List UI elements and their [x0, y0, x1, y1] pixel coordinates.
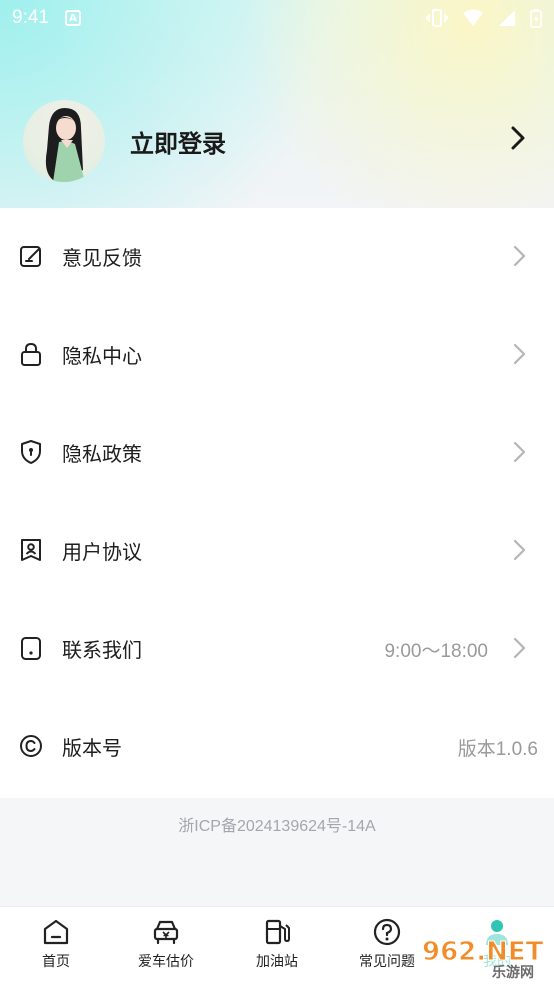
icp-record: 浙ICP备2024139624号-14A [178, 818, 376, 835]
tab-label: 爱车估价 [138, 954, 194, 970]
chevron-right-icon [513, 539, 526, 561]
phone-icon [21, 637, 41, 660]
signal-icon [499, 10, 515, 26]
menu-item-label: 隐私中心 [62, 344, 142, 368]
profile-section[interactable]: 立即登录 [0, 98, 554, 184]
chevron-right-icon[interactable] [506, 124, 530, 152]
question-icon [373, 918, 401, 946]
tab-home[interactable]: 首页 [11, 915, 101, 977]
chevron-right-icon [513, 441, 526, 463]
menu-item-privacy-policy[interactable]: 隐私政策 [0, 404, 554, 502]
menu-item-contact-us[interactable]: 联系我们 9:00～18:00 [0, 600, 554, 698]
notification-icon: A [64, 10, 81, 26]
menu-item-user-agreement[interactable]: 用户协议 [0, 502, 554, 600]
menu-item-label: 版本号 [62, 736, 122, 760]
menu-item-label: 隐私政策 [62, 442, 142, 466]
feedback-edit-icon [20, 246, 41, 267]
shield-icon [21, 440, 41, 464]
avatar[interactable] [23, 100, 105, 182]
menu-item-label: 联系我们 [62, 638, 142, 662]
tab-car-valuation[interactable]: 爱车估价 [121, 915, 211, 977]
user-agreement-icon [21, 539, 41, 561]
tab-label: 加油站 [256, 954, 298, 970]
menu-item-label: 用户协议 [62, 540, 142, 564]
watermark-text: 962.NET [422, 937, 544, 967]
menu-item-version: 版本号 版本1.0.6 [0, 698, 554, 796]
chevron-right-icon [513, 637, 526, 659]
contact-hours: 9:00～18:00 [384, 641, 488, 662]
chevron-right-icon [513, 343, 526, 365]
lock-icon [21, 342, 41, 366]
vibrate-icon [426, 9, 448, 27]
status-time: 9:41 [12, 7, 49, 28]
battery-icon [530, 9, 542, 28]
login-label[interactable]: 立即登录 [130, 124, 226, 159]
watermark-subtext: 乐游网 [492, 964, 534, 981]
chevron-right-icon [513, 245, 526, 267]
tab-gas-station[interactable]: 加油站 [232, 915, 322, 977]
menu-item-label: 意见反馈 [62, 246, 142, 270]
gas-station-icon [265, 919, 290, 945]
version-value: 版本1.0.6 [457, 739, 538, 760]
menu-item-feedback[interactable]: 意见反馈 [0, 208, 554, 306]
wifi-icon [463, 9, 483, 26]
car-valuation-icon [153, 920, 179, 945]
settings-menu: 意见反馈 隐私中心 隐私政策 用户协议 联系我们 9:00～18:00 版本号 … [0, 208, 554, 798]
watermark-logo: 962.NET 乐游网 [414, 930, 554, 984]
status-bar: 9:41 A [0, 0, 554, 36]
tab-label: 首页 [42, 954, 70, 970]
home-icon [43, 919, 69, 945]
status-icons [426, 8, 542, 28]
copyright-icon [20, 735, 42, 757]
menu-item-privacy-center[interactable]: 隐私中心 [0, 306, 554, 404]
